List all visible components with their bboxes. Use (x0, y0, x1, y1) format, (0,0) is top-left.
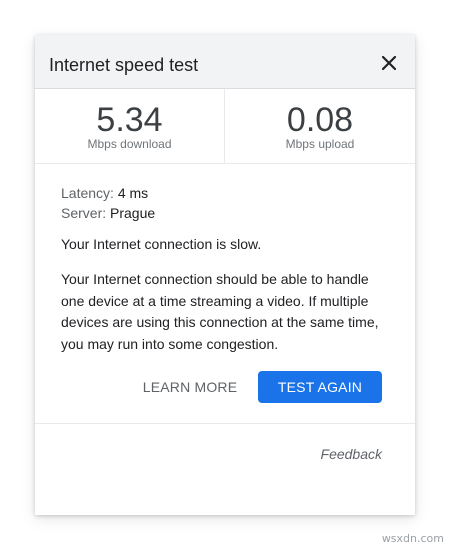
speed-test-dialog: Internet speed test 5.34 Mbps download 0… (35, 35, 415, 515)
connection-description: Your Internet connection should be able … (61, 271, 379, 352)
upload-metric: 0.08 Mbps upload (225, 89, 415, 163)
download-value: 5.34 (96, 101, 163, 139)
latency-row: Latency: 4 ms (61, 183, 391, 203)
dialog-title: Internet speed test (49, 55, 199, 75)
download-metric: 5.34 Mbps download (35, 89, 225, 163)
connection-status: Your Internet connection is slow. (61, 236, 262, 252)
close-icon (381, 55, 397, 71)
learn-more-button[interactable]: LEARN MORE (139, 371, 241, 403)
server-row: Server: Prague (61, 203, 391, 223)
page: Internet speed test 5.34 Mbps download 0… (0, 0, 450, 551)
latency-value: 4 ms (117, 185, 149, 201)
connection-details: Latency: 4 ms Server: Prague (61, 183, 391, 223)
watermark: wsxdn.com (381, 532, 444, 545)
dialog-header: Internet speed test (35, 35, 415, 89)
divider (35, 423, 415, 424)
test-again-button[interactable]: TEST AGAIN (258, 371, 382, 403)
server-label: Server: (61, 205, 107, 221)
download-label: Mbps download (87, 137, 172, 151)
speed-metrics: 5.34 Mbps download 0.08 Mbps upload (35, 89, 415, 164)
close-button[interactable] (375, 49, 403, 77)
upload-label: Mbps upload (285, 137, 355, 151)
upload-value: 0.08 (286, 101, 354, 139)
latency-label: Latency: (61, 185, 114, 201)
feedback-link[interactable]: Feedback (321, 445, 382, 463)
server-value: Prague (110, 205, 156, 221)
